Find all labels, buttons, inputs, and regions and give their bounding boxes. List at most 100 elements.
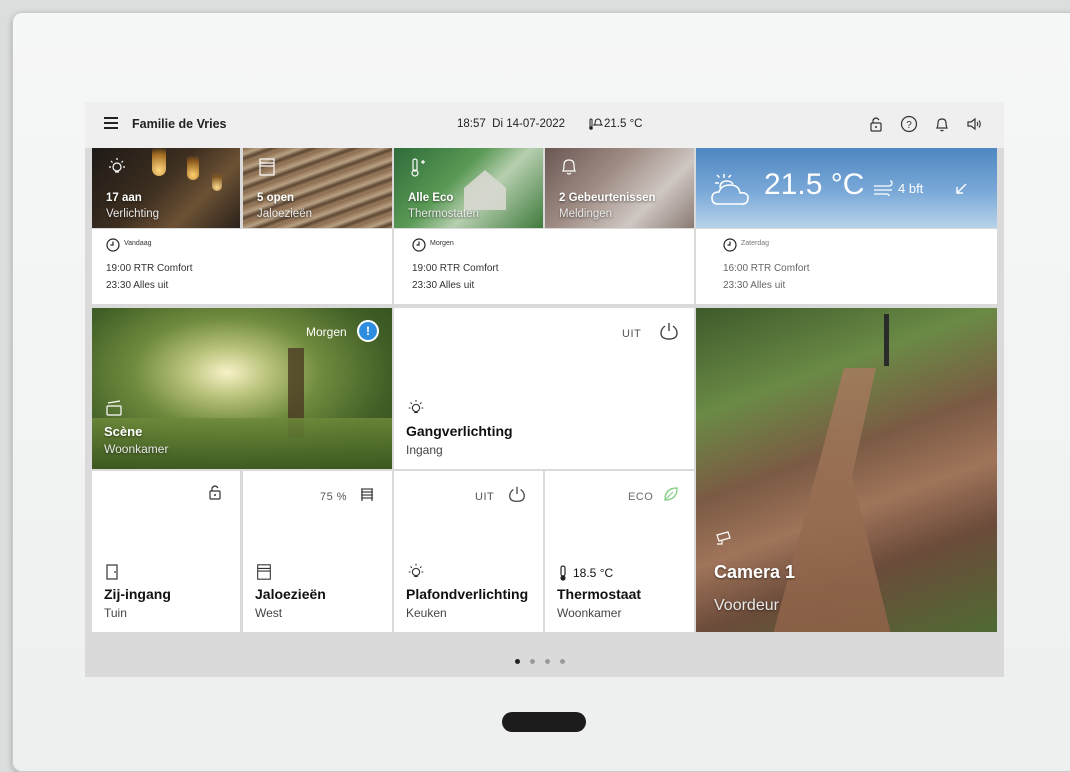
weather-tile[interactable]: 21.5 °C 4 bft [696,148,997,228]
screen: Familie de Vries 18:57 Di 14-07-2022 21.… [85,102,1004,677]
bulb-glow [152,148,166,176]
thermostats-label: Thermostaten [408,208,479,220]
blinds-west-tile[interactable]: 75 % Jaloezieën West [243,471,392,632]
family-name: Familie de Vries [132,117,227,131]
blinds-open-count: 5 open [257,192,295,204]
clock-icon [723,238,737,252]
schedule-today-tile[interactable]: Vandaag 19:00 RTR Comfort 23:30 Alles ui… [92,229,392,304]
weather-temperature: 21.5 °C [764,168,865,201]
lock-icon[interactable] [206,483,224,501]
blinds-label: Jaloezieën [257,208,312,220]
status-bar: Familie de Vries 18:57 Di 14-07-2022 21.… [85,102,1004,148]
thermostat-title: Thermostaat [557,586,642,602]
blinds-icon [257,564,271,580]
schedule-day: Morgen [430,240,454,247]
page-dot[interactable] [530,659,535,664]
blinds-overview-tile[interactable]: 5 open Jaloezieën [243,148,392,228]
page-dot[interactable] [545,659,550,664]
clock: 18:57 Di 14-07-2022 [457,118,565,130]
ceiling-light-room: Keuken [406,606,447,620]
side-door-location: Tuin [104,606,127,620]
svg-text:?: ? [906,120,912,131]
lighting-label: Verlichting [106,208,160,220]
bell-icon[interactable] [933,115,951,133]
schedule-day: Vandaag [124,240,152,247]
thermometer-icon [560,565,566,581]
light-bulb-icon [408,399,424,414]
scene-badge: Morgen [306,325,347,339]
schedule-tomorrow-tile[interactable]: Morgen 19:00 RTR Comfort 23:30 Alles uit [394,229,694,304]
speaker-icon[interactable] [965,115,983,133]
schedule-day: Zaterdag [741,240,770,247]
clock-icon [412,238,426,252]
bulb-glow [212,173,222,191]
ceiling-light-tile[interactable]: UIT Plafondverlichting Keuken [394,471,543,632]
lighting-tile[interactable]: 17 aan Verlichting [92,148,240,228]
camera-location: Voordeur [714,597,779,614]
thermostat-temperature: 18.5 °C [573,566,614,580]
thermostats-overview-tile[interactable]: Alle Eco Thermostaten [394,148,543,228]
schedule-line: 19:00 RTR Comfort [106,263,193,274]
time: 18:57 [457,118,486,130]
blinds-level: 75 % [320,491,348,503]
side-door-tile[interactable]: Zij-ingang Tuin [92,471,240,632]
power-icon[interactable] [658,320,680,342]
eco-leaf-icon [664,487,678,501]
scene-title: Scène [104,424,143,439]
door-icon [106,564,118,580]
help-icon[interactable]: ? [900,115,918,133]
schedule-saturday-tile[interactable]: Zaterdag 16:00 RTR Comfort 23:30 Alles u… [696,229,997,304]
thermostat-mode: ECO [628,491,654,503]
thermostat-tile[interactable]: ECO 18.5 °C Thermostaat Woonkamer [545,471,694,632]
camera-icon [716,531,731,545]
light-bulb-icon [109,158,125,173]
notifications-tile[interactable]: 2 Gebeurtenissen Meldingen [545,148,694,228]
home-button[interactable] [502,712,586,732]
side-door-title: Zij-ingang [104,586,171,602]
power-icon[interactable] [507,484,527,504]
hall-light-room: Ingang [406,443,443,457]
house-illustration [464,170,506,210]
wind-icon [874,180,893,197]
blinds-icon [259,158,275,176]
camera-tile[interactable]: Camera 1 Voordeur [696,308,997,632]
hall-light-title: Gangverlichting [406,423,513,439]
events-count: 2 Gebeurtenissen [559,192,656,204]
menu-icon[interactable] [104,117,118,131]
ceiling-light-status: UIT [475,491,495,503]
partly-cloudy-icon [711,174,749,205]
thermostats-status: Alle Eco [408,192,454,204]
wind-speed: 4 bft [898,181,924,196]
thermometer-bell-icon [589,118,603,130]
schedule-line: 23:30 Alles uit [412,280,475,291]
scene-badge-dot: ! [357,320,379,342]
schedule-line: 19:00 RTR Comfort [412,263,499,274]
thermometer-icon [411,158,425,177]
notifications-label: Meldingen [559,208,613,220]
ceiling-light-title: Plafondverlichting [406,586,529,602]
page-dot[interactable] [560,659,565,664]
bell-icon [562,159,576,175]
wind-direction-arrow-icon [956,183,967,194]
blinds-position-icon [361,488,373,501]
schedule-line: 23:30 Alles uit [723,280,786,291]
page-indicator[interactable] [515,651,575,669]
garden-path [772,368,892,632]
schedule-line: 23:30 Alles uit [106,280,169,291]
blinds-location: West [255,606,283,620]
page-dot-active[interactable] [515,659,520,664]
scene-tile[interactable]: Morgen ! Scène Woonkamer [92,308,392,469]
lighting-count: 17 aan [106,192,142,204]
hall-light-tile[interactable]: UIT Gangverlichting Ingang [394,308,694,469]
garden-lamp-post [884,314,889,366]
schedule-line: 16:00 RTR Comfort [723,263,810,274]
bulb-glow [187,156,199,180]
thermostat-room: Woonkamer [557,606,622,620]
lock-icon[interactable] [867,115,885,133]
light-bulb-icon [408,563,424,578]
indoor-temperature: 21.5 °C [604,118,643,130]
camera-title: Camera 1 [714,562,796,582]
hall-light-status: UIT [622,328,642,340]
clock-icon [106,238,120,252]
date: Di 14-07-2022 [492,118,566,130]
